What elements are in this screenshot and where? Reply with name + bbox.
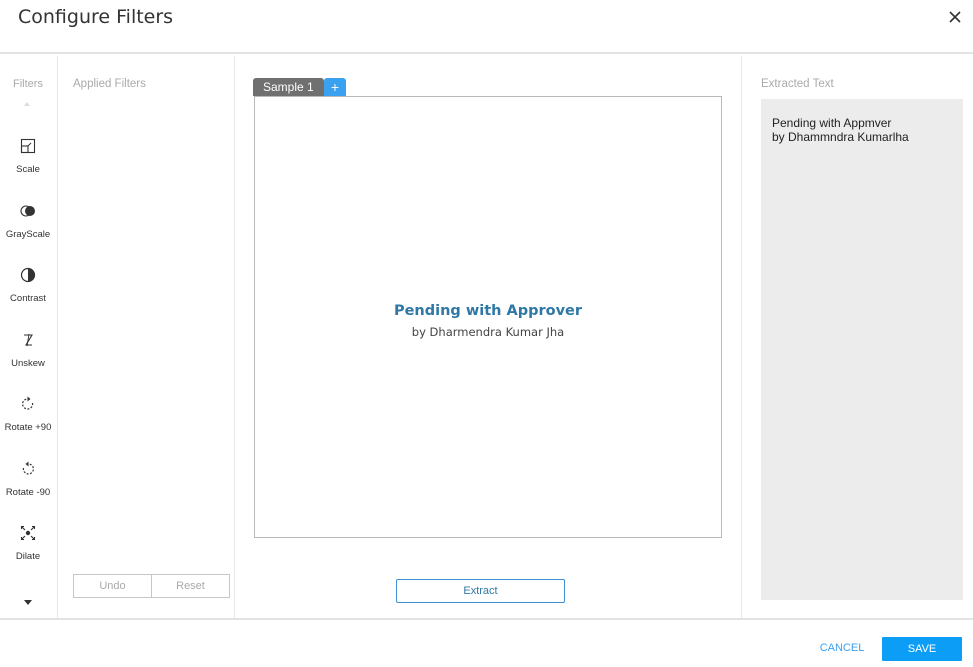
filter-rotate-plus-90[interactable]: Rotate +90 — [0, 395, 56, 453]
applied-filters-label: Applied Filters — [73, 78, 146, 90]
dialog-footer: CANCEL SAVE — [0, 618, 973, 667]
filter-label: Rotate +90 — [4, 422, 52, 433]
rotate-cw-icon — [22, 396, 34, 410]
filter-label: Dilate — [15, 551, 41, 562]
extracted-text-panel: Extracted Text Pending with Appmver by D… — [742, 56, 973, 618]
scroll-up-icon[interactable] — [24, 102, 30, 106]
applied-filters-panel: Applied Filters Undo Reset — [58, 56, 235, 618]
extract-button[interactable]: Extract — [396, 579, 565, 603]
extracted-text-label: Extracted Text — [761, 78, 834, 90]
dilate-icon — [20, 525, 36, 541]
preview-panel: Sample 1 + Pending with Approver by Dhar… — [235, 56, 742, 618]
filter-label: Contrast — [10, 293, 46, 304]
dialog-body: Filters Scale GrayScale Contrast Unskew … — [0, 56, 973, 618]
extracted-line-2: by Dhammndra Kumarlha — [772, 130, 909, 144]
tab-sample-1[interactable]: Sample 1 — [253, 78, 324, 96]
filter-unskew[interactable]: Unskew — [0, 331, 56, 389]
dialog-header: Configure Filters — [0, 0, 973, 54]
scroll-down-icon[interactable] — [24, 600, 32, 605]
save-button[interactable]: SAVE — [882, 637, 962, 661]
undo-reset-group: Undo Reset — [73, 574, 230, 598]
extracted-text-box: Pending with Appmver by Dhammndra Kumarl… — [761, 99, 963, 600]
undo-button[interactable]: Undo — [74, 575, 151, 597]
filters-label: Filters — [13, 78, 43, 90]
contrast-icon — [20, 267, 36, 283]
filter-label: Rotate -90 — [5, 487, 51, 498]
filter-label: Unskew — [11, 358, 45, 369]
filters-panel: Filters Scale GrayScale Contrast Unskew … — [0, 56, 58, 618]
filter-scale[interactable]: Scale — [0, 137, 56, 195]
filter-grayscale[interactable]: GrayScale — [0, 202, 56, 260]
unskew-icon — [24, 333, 33, 347]
filter-label: Scale — [16, 164, 40, 175]
filter-rotate-minus-90[interactable]: Rotate -90 — [0, 460, 56, 518]
sample-title: Pending with Approver — [393, 303, 583, 319]
filter-dilate[interactable]: Dilate — [0, 524, 56, 582]
filter-label: GrayScale — [5, 229, 51, 240]
close-icon[interactable] — [944, 6, 966, 28]
sample-image: Pending with Approver by Dharmendra Kuma… — [254, 96, 722, 538]
sample-subtitle: by Dharmendra Kumar Jha — [411, 325, 565, 339]
dialog-title: Configure Filters — [18, 6, 174, 28]
rotate-ccw-icon — [22, 461, 34, 475]
filter-contrast[interactable]: Contrast — [0, 266, 56, 324]
add-tab-button[interactable]: + — [324, 78, 346, 96]
extracted-line-1: Pending with Appmver — [772, 116, 892, 130]
cancel-button[interactable]: CANCEL — [812, 642, 872, 654]
scale-icon — [20, 138, 36, 154]
grayscale-icon — [20, 205, 35, 217]
reset-button[interactable]: Reset — [151, 575, 229, 597]
